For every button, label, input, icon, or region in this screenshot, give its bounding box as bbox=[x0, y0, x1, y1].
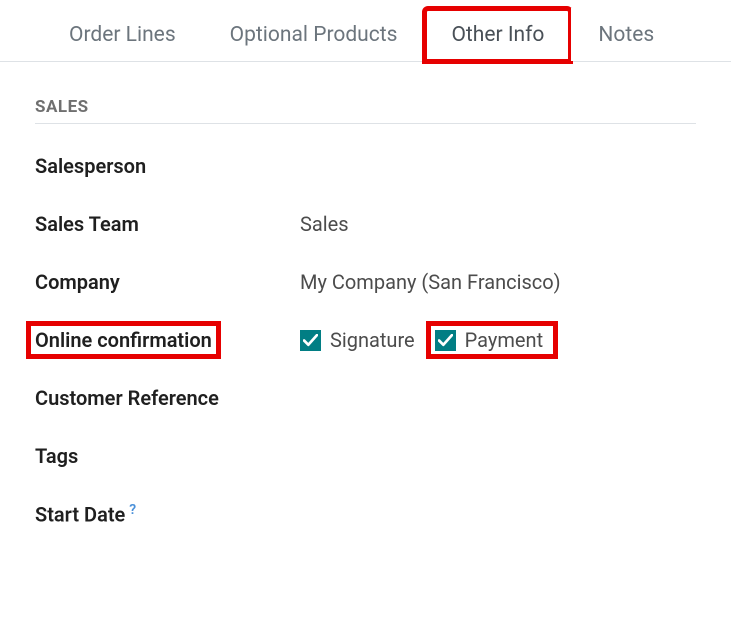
field-start-date: Start Date? bbox=[35, 500, 696, 528]
label-online-confirmation: Online confirmation bbox=[35, 326, 300, 354]
checkbox-payment[interactable] bbox=[435, 330, 456, 351]
checkbox-label-signature: Signature bbox=[330, 328, 415, 352]
field-sales-team: Sales Team Sales bbox=[35, 210, 696, 238]
field-tags: Tags bbox=[35, 442, 696, 470]
field-salesperson: Salesperson bbox=[35, 152, 696, 180]
check-icon bbox=[438, 334, 453, 347]
label-sales-team: Sales Team bbox=[35, 212, 300, 236]
value-sales-team[interactable]: Sales bbox=[300, 212, 349, 236]
label-company: Company bbox=[35, 270, 300, 294]
label-online-confirmation-text: Online confirmation bbox=[31, 326, 216, 354]
tab-bar: Order Lines Optional Products Other Info… bbox=[0, 0, 731, 62]
tab-order-lines[interactable]: Order Lines bbox=[42, 8, 203, 61]
field-company: Company My Company (San Francisco) bbox=[35, 268, 696, 296]
tab-other-info[interactable]: Other Info bbox=[424, 8, 571, 62]
check-icon bbox=[303, 334, 318, 347]
checkbox-wrapper-payment: Payment bbox=[431, 326, 553, 354]
label-tags: Tags bbox=[35, 444, 300, 468]
field-customer-reference: Customer Reference bbox=[35, 384, 696, 412]
tab-content: SALES Salesperson Sales Team Sales Compa… bbox=[0, 62, 731, 528]
value-company[interactable]: My Company (San Francisco) bbox=[300, 270, 561, 294]
field-online-confirmation: Online confirmation Signature Payment bbox=[35, 326, 696, 354]
help-icon[interactable]: ? bbox=[129, 502, 136, 518]
label-customer-reference: Customer Reference bbox=[35, 386, 300, 410]
online-confirmation-options: Signature Payment bbox=[300, 326, 553, 354]
checkbox-wrapper-signature: Signature bbox=[300, 328, 415, 352]
checkbox-signature[interactable] bbox=[300, 330, 321, 351]
checkbox-label-payment: Payment bbox=[465, 328, 543, 352]
tab-optional-products[interactable]: Optional Products bbox=[203, 8, 425, 61]
label-start-date-text: Start Date bbox=[35, 502, 125, 526]
tab-notes[interactable]: Notes bbox=[571, 8, 681, 61]
label-start-date: Start Date? bbox=[35, 502, 300, 527]
section-title-sales: SALES bbox=[35, 97, 696, 124]
label-salesperson: Salesperson bbox=[35, 154, 300, 178]
